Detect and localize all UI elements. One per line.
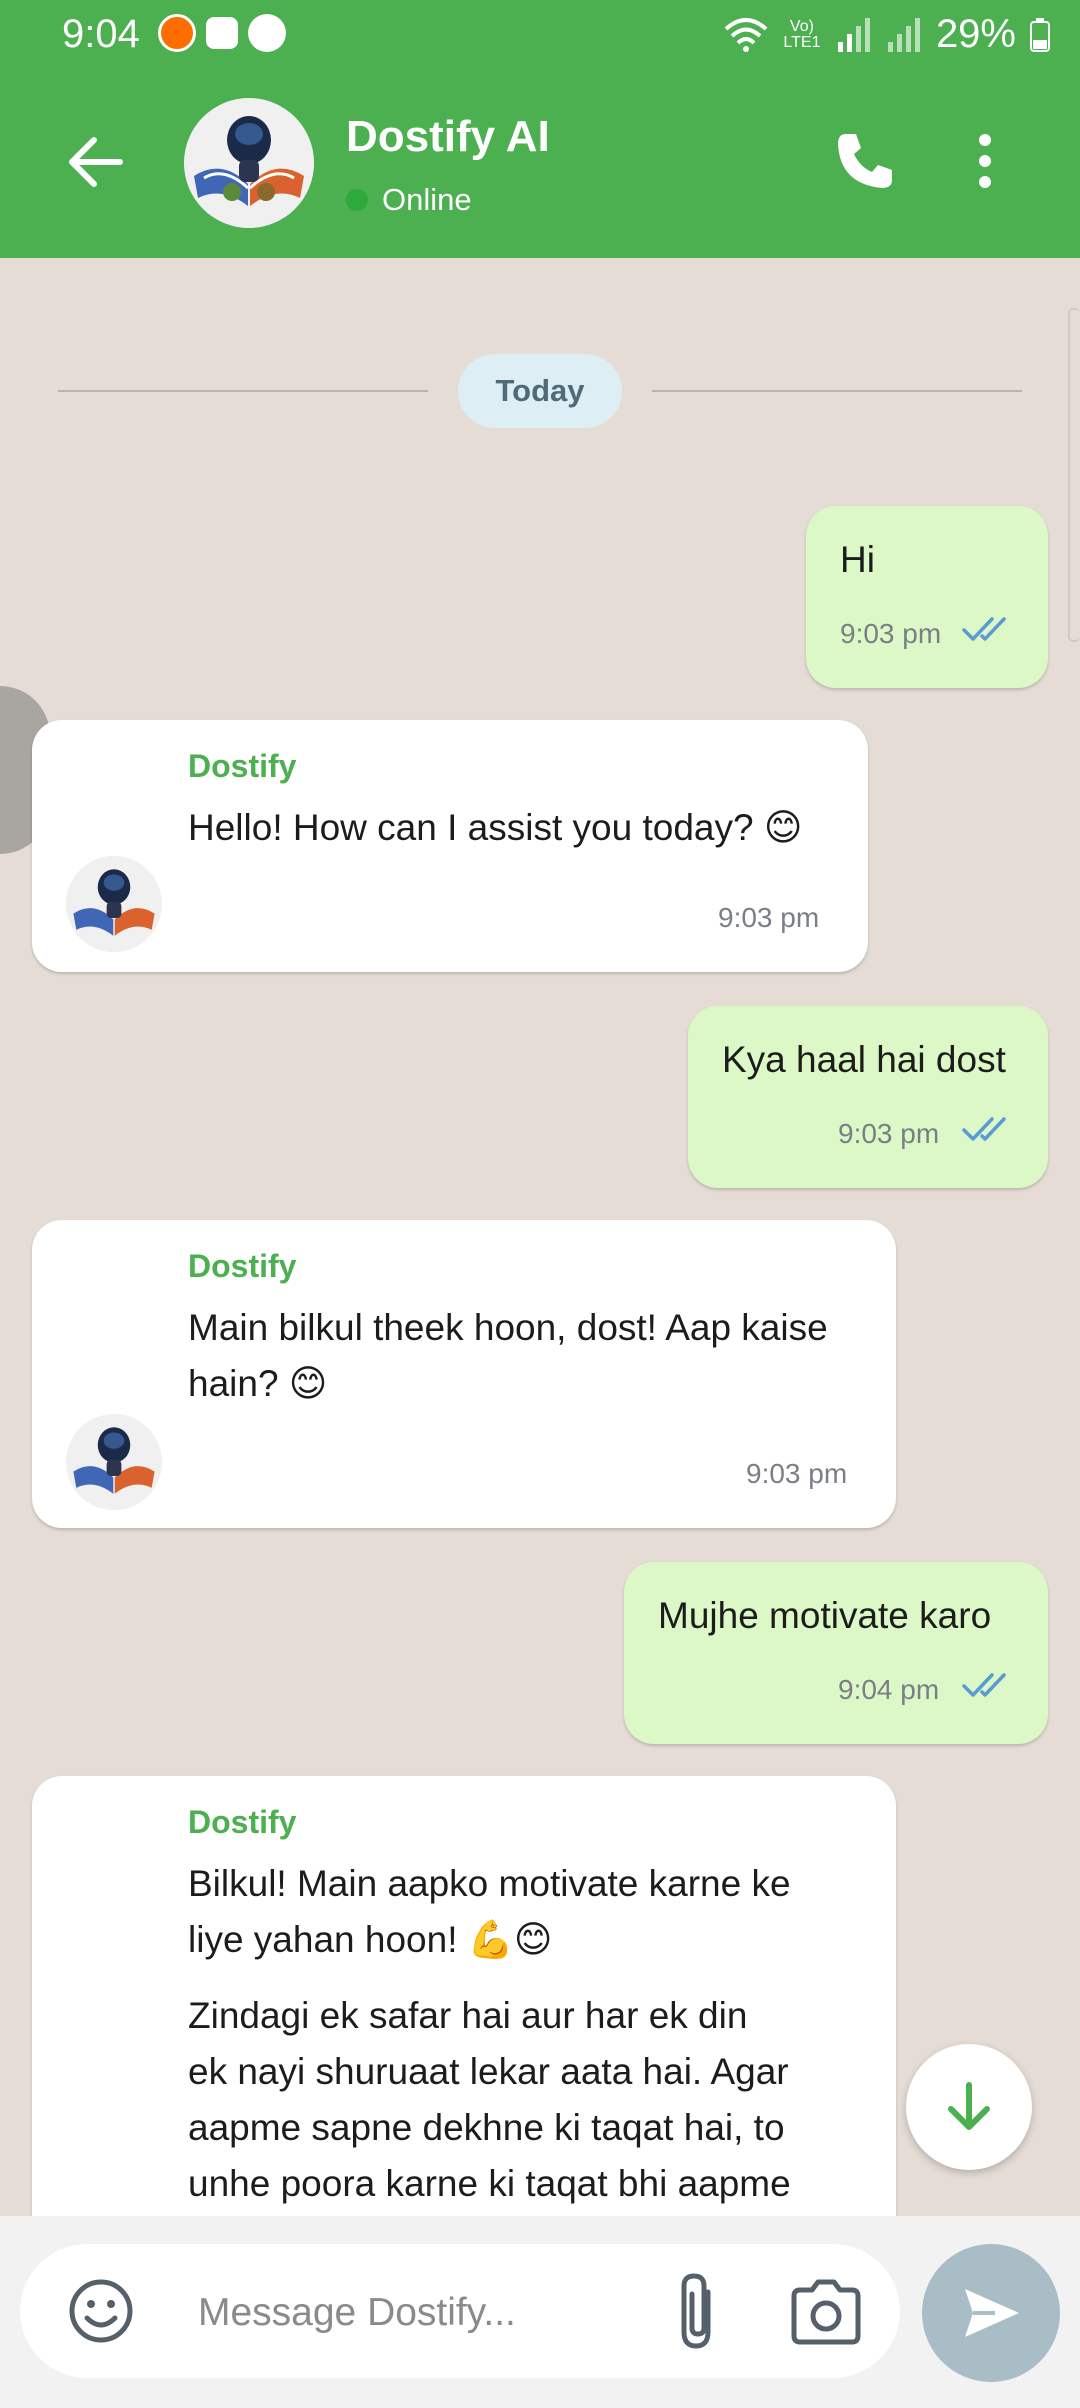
message-text: liye yahan hoon! 💪😊: [188, 1919, 553, 1960]
message-text: Kya haal hai dost: [722, 1039, 1006, 1080]
app-notification-icon: [158, 14, 196, 52]
send-button[interactable]: [922, 2244, 1060, 2382]
chat-title[interactable]: Dostify AI: [346, 112, 550, 162]
sender-name: Dostify: [188, 748, 297, 784]
notification-icons: [158, 14, 286, 52]
system-icons: Vo) LTE1 29%: [724, 12, 1050, 57]
battery-icon: [1030, 17, 1050, 52]
message-input[interactable]: [196, 2280, 680, 2346]
sender-name: Dostify: [188, 1248, 297, 1284]
message-text: ek nayi shuruaat lekar aata hai. Agar: [188, 2051, 789, 2092]
status-bar: 9:04 Vo) LTE1 29%: [0, 0, 1080, 70]
signal-icon: [837, 17, 870, 52]
outgoing-message[interactable]: Mujhe motivate karo 9:04 pm: [624, 1562, 1048, 1744]
avatar: [66, 1414, 162, 1510]
signal-icon: [887, 17, 920, 52]
message-time: 9:03 pm: [718, 902, 820, 933]
presence-label: Online: [382, 182, 472, 217]
camera-icon[interactable]: [788, 2274, 864, 2350]
phone-icon[interactable]: [830, 126, 900, 196]
date-chip: Today: [458, 354, 622, 428]
presence-status: Online: [346, 182, 472, 218]
message-text: Bilkul! Main aapko motivate karne ke: [188, 1863, 791, 1904]
robot-reading-book-icon: [66, 856, 162, 952]
incoming-message[interactable]: Dostify Main bilkul theek hoon, dost! Aa…: [32, 1220, 896, 1528]
network-label: Vo) LTE1: [783, 17, 821, 51]
composer-bar: [0, 2216, 1080, 2408]
wifi-icon: [724, 17, 768, 52]
double-check-icon: [962, 1117, 1006, 1141]
message-text: Hello! How can I assist you today? 😊: [188, 807, 803, 848]
message-text: Main bilkul theek hoon, dost! Aap kaise: [188, 1307, 828, 1348]
message-text: aapme sapne dekhne ki taqat hai, to: [188, 2107, 785, 2148]
robot-reading-book-icon: [184, 98, 314, 228]
scrollbar[interactable]: [1068, 308, 1080, 642]
status-time: 9:04: [62, 12, 140, 56]
app-notification-icon: [248, 14, 286, 52]
incoming-message[interactable]: Dostify Hello! How can I assist you toda…: [32, 720, 868, 972]
message-text: hain? 😊: [188, 1363, 328, 1404]
message-time: 9:04 pm: [838, 1674, 940, 1705]
message-list[interactable]: Today Hi 9:03 pm Dostify Hello! How can …: [0, 258, 1080, 2216]
message-text: Zindagi ek safar hai aur har ek din: [188, 1995, 748, 2036]
double-check-icon: [962, 617, 1006, 641]
back-arrow-icon[interactable]: [60, 126, 132, 198]
more-vert-icon[interactable]: [960, 126, 1010, 196]
app-notification-icon: [206, 17, 238, 49]
outgoing-message[interactable]: Hi 9:03 pm: [806, 506, 1048, 688]
chat-header: Dostify AI Online: [0, 70, 1080, 258]
divider: [652, 390, 1022, 392]
message-composer: [20, 2244, 900, 2378]
arrow-down-icon: [948, 2082, 990, 2130]
outgoing-message[interactable]: Kya haal hai dost 9:03 pm: [688, 1006, 1048, 1188]
paperclip-icon[interactable]: [664, 2272, 734, 2352]
online-dot-icon: [346, 189, 368, 211]
message-time: 9:03 pm: [838, 1118, 940, 1149]
emoji-icon[interactable]: [66, 2276, 136, 2346]
message-text: Mujhe motivate karo: [658, 1595, 992, 1636]
battery-percent: 29%: [935, 12, 1016, 56]
message-time: 9:03 pm: [746, 1458, 848, 1489]
incoming-message[interactable]: Dostify Bilkul! Main aapko motivate karn…: [32, 1776, 896, 2216]
send-icon: [965, 2289, 1019, 2337]
double-check-icon: [962, 1673, 1006, 1697]
sender-name: Dostify: [188, 1804, 297, 1840]
message-time: 9:03 pm: [840, 618, 942, 649]
avatar[interactable]: [184, 98, 314, 228]
scroll-to-bottom-button[interactable]: [906, 2044, 1032, 2170]
message-text: Hi: [840, 539, 875, 580]
robot-reading-book-icon: [66, 1414, 162, 1510]
avatar: [66, 856, 162, 952]
message-text: unhe poora karne ki taqat bhi aapme: [188, 2163, 791, 2204]
divider: [58, 390, 428, 392]
